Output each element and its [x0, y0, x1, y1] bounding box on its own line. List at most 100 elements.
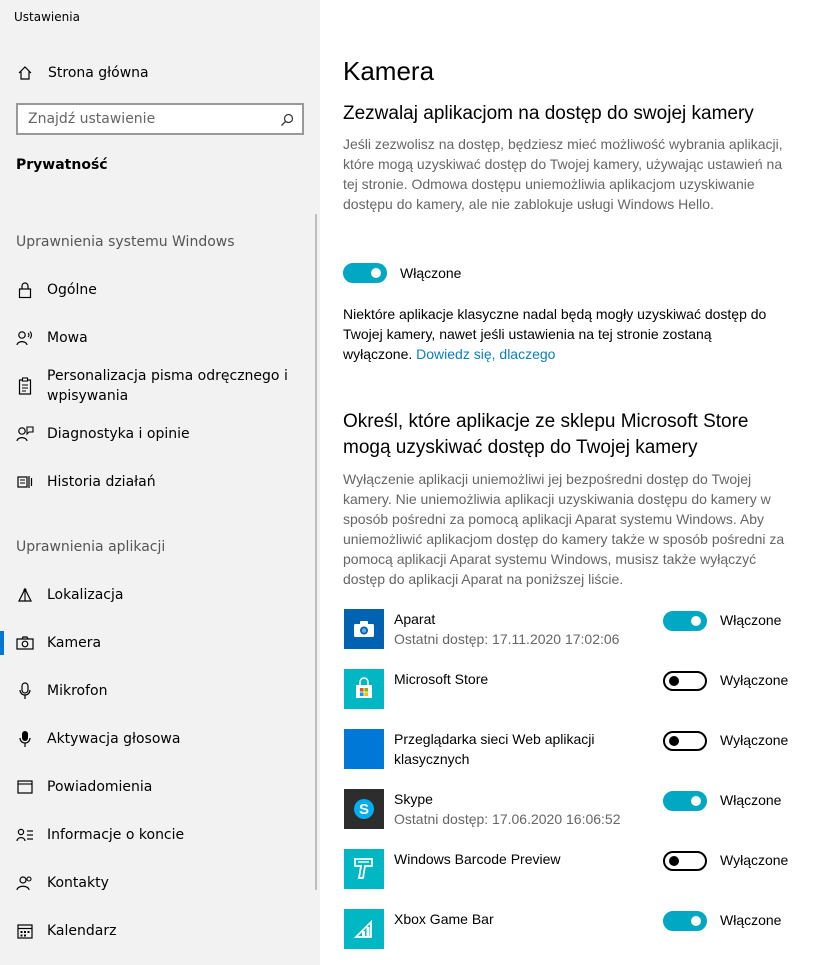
app-row-barcode-preview: Windows Barcode Preview Wyłączone — [343, 849, 823, 897]
sidebar-item-powiadomienia[interactable]: Powiadomienia — [0, 767, 320, 807]
sidebar-item-label: Historia działań — [47, 474, 156, 490]
sidebar-item-aktywacja[interactable]: Aktywacja głosowa — [0, 719, 320, 759]
toggle-knob — [669, 676, 679, 686]
speech-icon — [16, 329, 34, 347]
app-last-access: Ostatni dostęp: 17.11.2020 17:02:06 — [394, 631, 620, 647]
app-toggle-xbox-game-bar[interactable] — [663, 911, 707, 931]
web-viewer-icon — [344, 729, 384, 769]
app-name: Microsoft Store — [394, 671, 489, 687]
section2-heading: Określ, które aplikacje ze sklepu Micros… — [343, 411, 749, 458]
game-bar-icon — [344, 909, 384, 949]
app-toggle-label: Wyłączone — [720, 732, 789, 748]
section2-description: Wyłączenie aplikacji uniemożliwi jej bez… — [343, 471, 785, 587]
sidebar-scrollbar[interactable] — [315, 214, 317, 890]
sidebar-item-label: Kalendarz — [47, 923, 117, 939]
location-icon — [16, 586, 34, 604]
toggle-knob — [669, 736, 679, 746]
search-box[interactable] — [16, 103, 304, 135]
search-input[interactable] — [18, 105, 268, 133]
sidebar-item-ogolne[interactable]: Ogólne — [0, 270, 320, 310]
app-name: Przeglądarka sieci Web aplikacji klasycz… — [394, 731, 595, 767]
app-toggle-aparat[interactable] — [663, 611, 707, 631]
feedback-icon — [16, 425, 34, 443]
section1-heading: Zezwalaj aplikacjom na dostęp do swojej … — [343, 103, 754, 124]
app-toggle-label: Włączone — [720, 912, 782, 928]
microphone-icon — [16, 682, 34, 700]
sidebar-item-lokalizacja[interactable]: Lokalizacja — [0, 575, 320, 615]
nav-home[interactable]: Strona główna — [0, 53, 320, 93]
app-name: Xbox Game Bar — [394, 911, 494, 927]
nav-home-label: Strona główna — [48, 65, 149, 81]
camera-icon — [16, 634, 34, 652]
notifications-icon — [16, 778, 34, 796]
toggle-knob — [691, 616, 701, 626]
sidebar-item-label: Informacje o koncie — [47, 827, 185, 843]
app-row-aparat: Aparat Ostatni dostęp: 17.11.2020 17:02:… — [343, 609, 823, 657]
account-info-icon — [16, 826, 34, 844]
section-title: Prywatność — [16, 157, 108, 173]
camera-access-toggle-label: Włączone — [400, 265, 462, 281]
sidebar-item-label: Mowa — [47, 330, 88, 346]
toggle-knob — [691, 916, 701, 926]
skype-icon: S — [344, 789, 384, 829]
sidebar-item-label: Diagnostyka i opinie — [47, 426, 190, 442]
timeline-icon — [16, 473, 34, 491]
section1-description: Jeśli zezwolisz na dostęp, będziesz mieć… — [343, 136, 783, 212]
app-toggle-microsoft-store[interactable] — [663, 671, 707, 691]
app-toggle-label: Włączone — [720, 792, 782, 808]
sidebar-item-label: Personalizacja pisma odręcznego i wpisyw… — [47, 368, 288, 404]
group-header-apps: Uprawnienia aplikacji — [16, 539, 166, 555]
main-content: Kamera Zezwalaj aplikacjom na dostęp do … — [343, 0, 823, 965]
lock-icon — [16, 281, 34, 299]
sidebar-item-label: Powiadomienia — [47, 779, 153, 795]
sidebar-item-kamera[interactable]: Kamera — [0, 623, 320, 663]
voice-activation-icon — [16, 730, 34, 748]
app-row-xbox-game-bar: Xbox Game Bar Włączone — [343, 909, 823, 957]
clipboard-icon — [16, 377, 34, 395]
sidebar-item-label: Ogólne — [47, 282, 97, 298]
sidebar-item-informacje[interactable]: Informacje o koncie — [0, 815, 320, 855]
sidebar-item-historia[interactable]: Historia działań — [0, 462, 320, 502]
barcode-scanner-icon — [344, 849, 384, 889]
camera-access-toggle[interactable] — [343, 263, 387, 283]
sidebar-item-diagnostyka[interactable]: Diagnostyka i opinie — [0, 414, 320, 454]
contacts-icon — [16, 874, 34, 892]
app-row-microsoft-store: Microsoft Store Wyłączone — [343, 669, 823, 717]
sidebar-item-label: Kamera — [47, 635, 102, 651]
page-title: Kamera — [343, 56, 435, 86]
app-toggle-label: Włączone — [720, 612, 782, 628]
sidebar-item-mowa[interactable]: Mowa — [0, 318, 320, 358]
app-toggle-web-viewer[interactable] — [663, 731, 707, 751]
app-name: Windows Barcode Preview — [394, 851, 561, 867]
sidebar-item-label: Kontakty — [47, 875, 109, 891]
sidebar-item-personalizacja[interactable]: Personalizacja pisma odręcznego i wpisyw… — [0, 361, 320, 411]
sidebar: Ustawienia Strona główna Prywatność Upra… — [0, 0, 320, 965]
app-toggle-label: Wyłączone — [720, 672, 789, 688]
search-icon[interactable] — [280, 112, 294, 126]
camera-app-icon — [344, 609, 384, 649]
app-toggle-label: Wyłączone — [720, 852, 789, 868]
app-toggle-barcode-preview[interactable] — [663, 851, 707, 871]
sidebar-item-label: Lokalizacja — [47, 587, 124, 603]
app-row-skype: S Skype Ostatni dostęp: 17.06.2020 16:06… — [343, 789, 823, 837]
calendar-icon — [16, 922, 34, 940]
sidebar-item-mikrofon[interactable]: Mikrofon — [0, 671, 320, 711]
home-icon — [16, 64, 34, 82]
app-row-web-viewer: Przeglądarka sieci Web aplikacji klasycz… — [343, 729, 823, 777]
store-icon — [344, 669, 384, 709]
learn-why-link[interactable]: Dowiedz się, dlaczego — [416, 346, 555, 362]
toggle-knob — [371, 268, 381, 278]
desktop-apps-note: Niektóre aplikacje klasyczne nadal będą … — [343, 304, 783, 364]
sidebar-item-label: Aktywacja głosowa — [47, 731, 181, 747]
toggle-knob — [669, 856, 679, 866]
app-name: Skype — [394, 791, 433, 807]
svg-text:S: S — [359, 801, 369, 818]
app-last-access: Ostatni dostęp: 17.06.2020 16:06:52 — [394, 811, 621, 827]
sidebar-item-kalendarz[interactable]: Kalendarz — [0, 911, 320, 951]
window-title: Ustawienia — [14, 10, 80, 24]
app-toggle-skype[interactable] — [663, 791, 707, 811]
group-header-windows: Uprawnienia systemu Windows — [16, 234, 235, 250]
app-name: Aparat — [394, 611, 436, 627]
sidebar-item-kontakty[interactable]: Kontakty — [0, 863, 320, 903]
sidebar-item-label: Mikrofon — [47, 683, 108, 699]
